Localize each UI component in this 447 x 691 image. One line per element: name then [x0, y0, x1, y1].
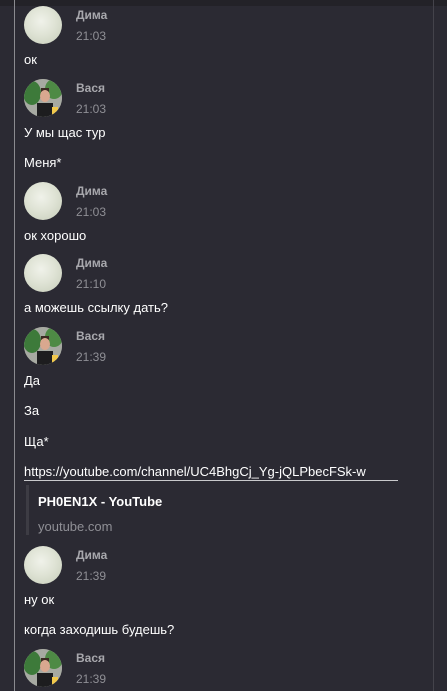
message-text: За	[24, 403, 40, 418]
link-underline	[24, 480, 398, 481]
timestamp: 21:10	[76, 277, 107, 291]
link[interactable]: https://youtube.com/channel/UC4BhgCj_Yg-…	[24, 464, 366, 479]
author-name[interactable]: Вася	[76, 329, 105, 343]
message-text: ок	[24, 52, 37, 67]
message-text: Да	[24, 373, 41, 388]
message-text: ок хорошо	[24, 228, 87, 243]
avatar-photo	[24, 649, 62, 687]
message-text: У мы щас тур	[24, 125, 106, 140]
scrollbar-track[interactable]	[433, 0, 434, 691]
timestamp: 21:39	[76, 350, 107, 364]
author-name[interactable]: Вася	[76, 651, 105, 665]
message-text: Ща*	[24, 434, 49, 449]
avatar[interactable]	[24, 182, 62, 220]
message-text: Меня*	[24, 155, 62, 170]
author-name[interactable]: Дима	[76, 8, 107, 22]
timestamp: 21:03	[76, 29, 107, 43]
timestamp: 21:03	[76, 102, 107, 116]
timestamp: 21:03	[76, 205, 107, 219]
avatar[interactable]	[24, 254, 62, 292]
avatar[interactable]	[24, 649, 62, 687]
avatar[interactable]	[24, 6, 62, 44]
timestamp: 21:39	[76, 672, 107, 686]
message-text: когда заходишь будешь?	[24, 622, 175, 637]
avatar[interactable]	[24, 546, 62, 584]
message-text: а можешь ссылку дать?	[24, 300, 168, 315]
avatar-photo	[24, 79, 62, 117]
avatar-photo	[24, 327, 62, 365]
embed-host: youtube.com	[38, 519, 113, 534]
author-name[interactable]: Дима	[76, 184, 107, 198]
author-name[interactable]: Дима	[76, 548, 107, 562]
thread-line	[14, 0, 15, 691]
embed-title[interactable]: PH0EN1X - YouTube	[38, 494, 162, 509]
avatar[interactable]	[24, 79, 62, 117]
avatar[interactable]	[24, 327, 62, 365]
top-bar	[0, 0, 447, 6]
author-name[interactable]: Вася	[76, 81, 105, 95]
embed-accent-bar	[26, 485, 29, 535]
author-name[interactable]: Дима	[76, 256, 107, 270]
message-text: ну ок	[24, 592, 55, 607]
timestamp: 21:39	[76, 569, 107, 583]
